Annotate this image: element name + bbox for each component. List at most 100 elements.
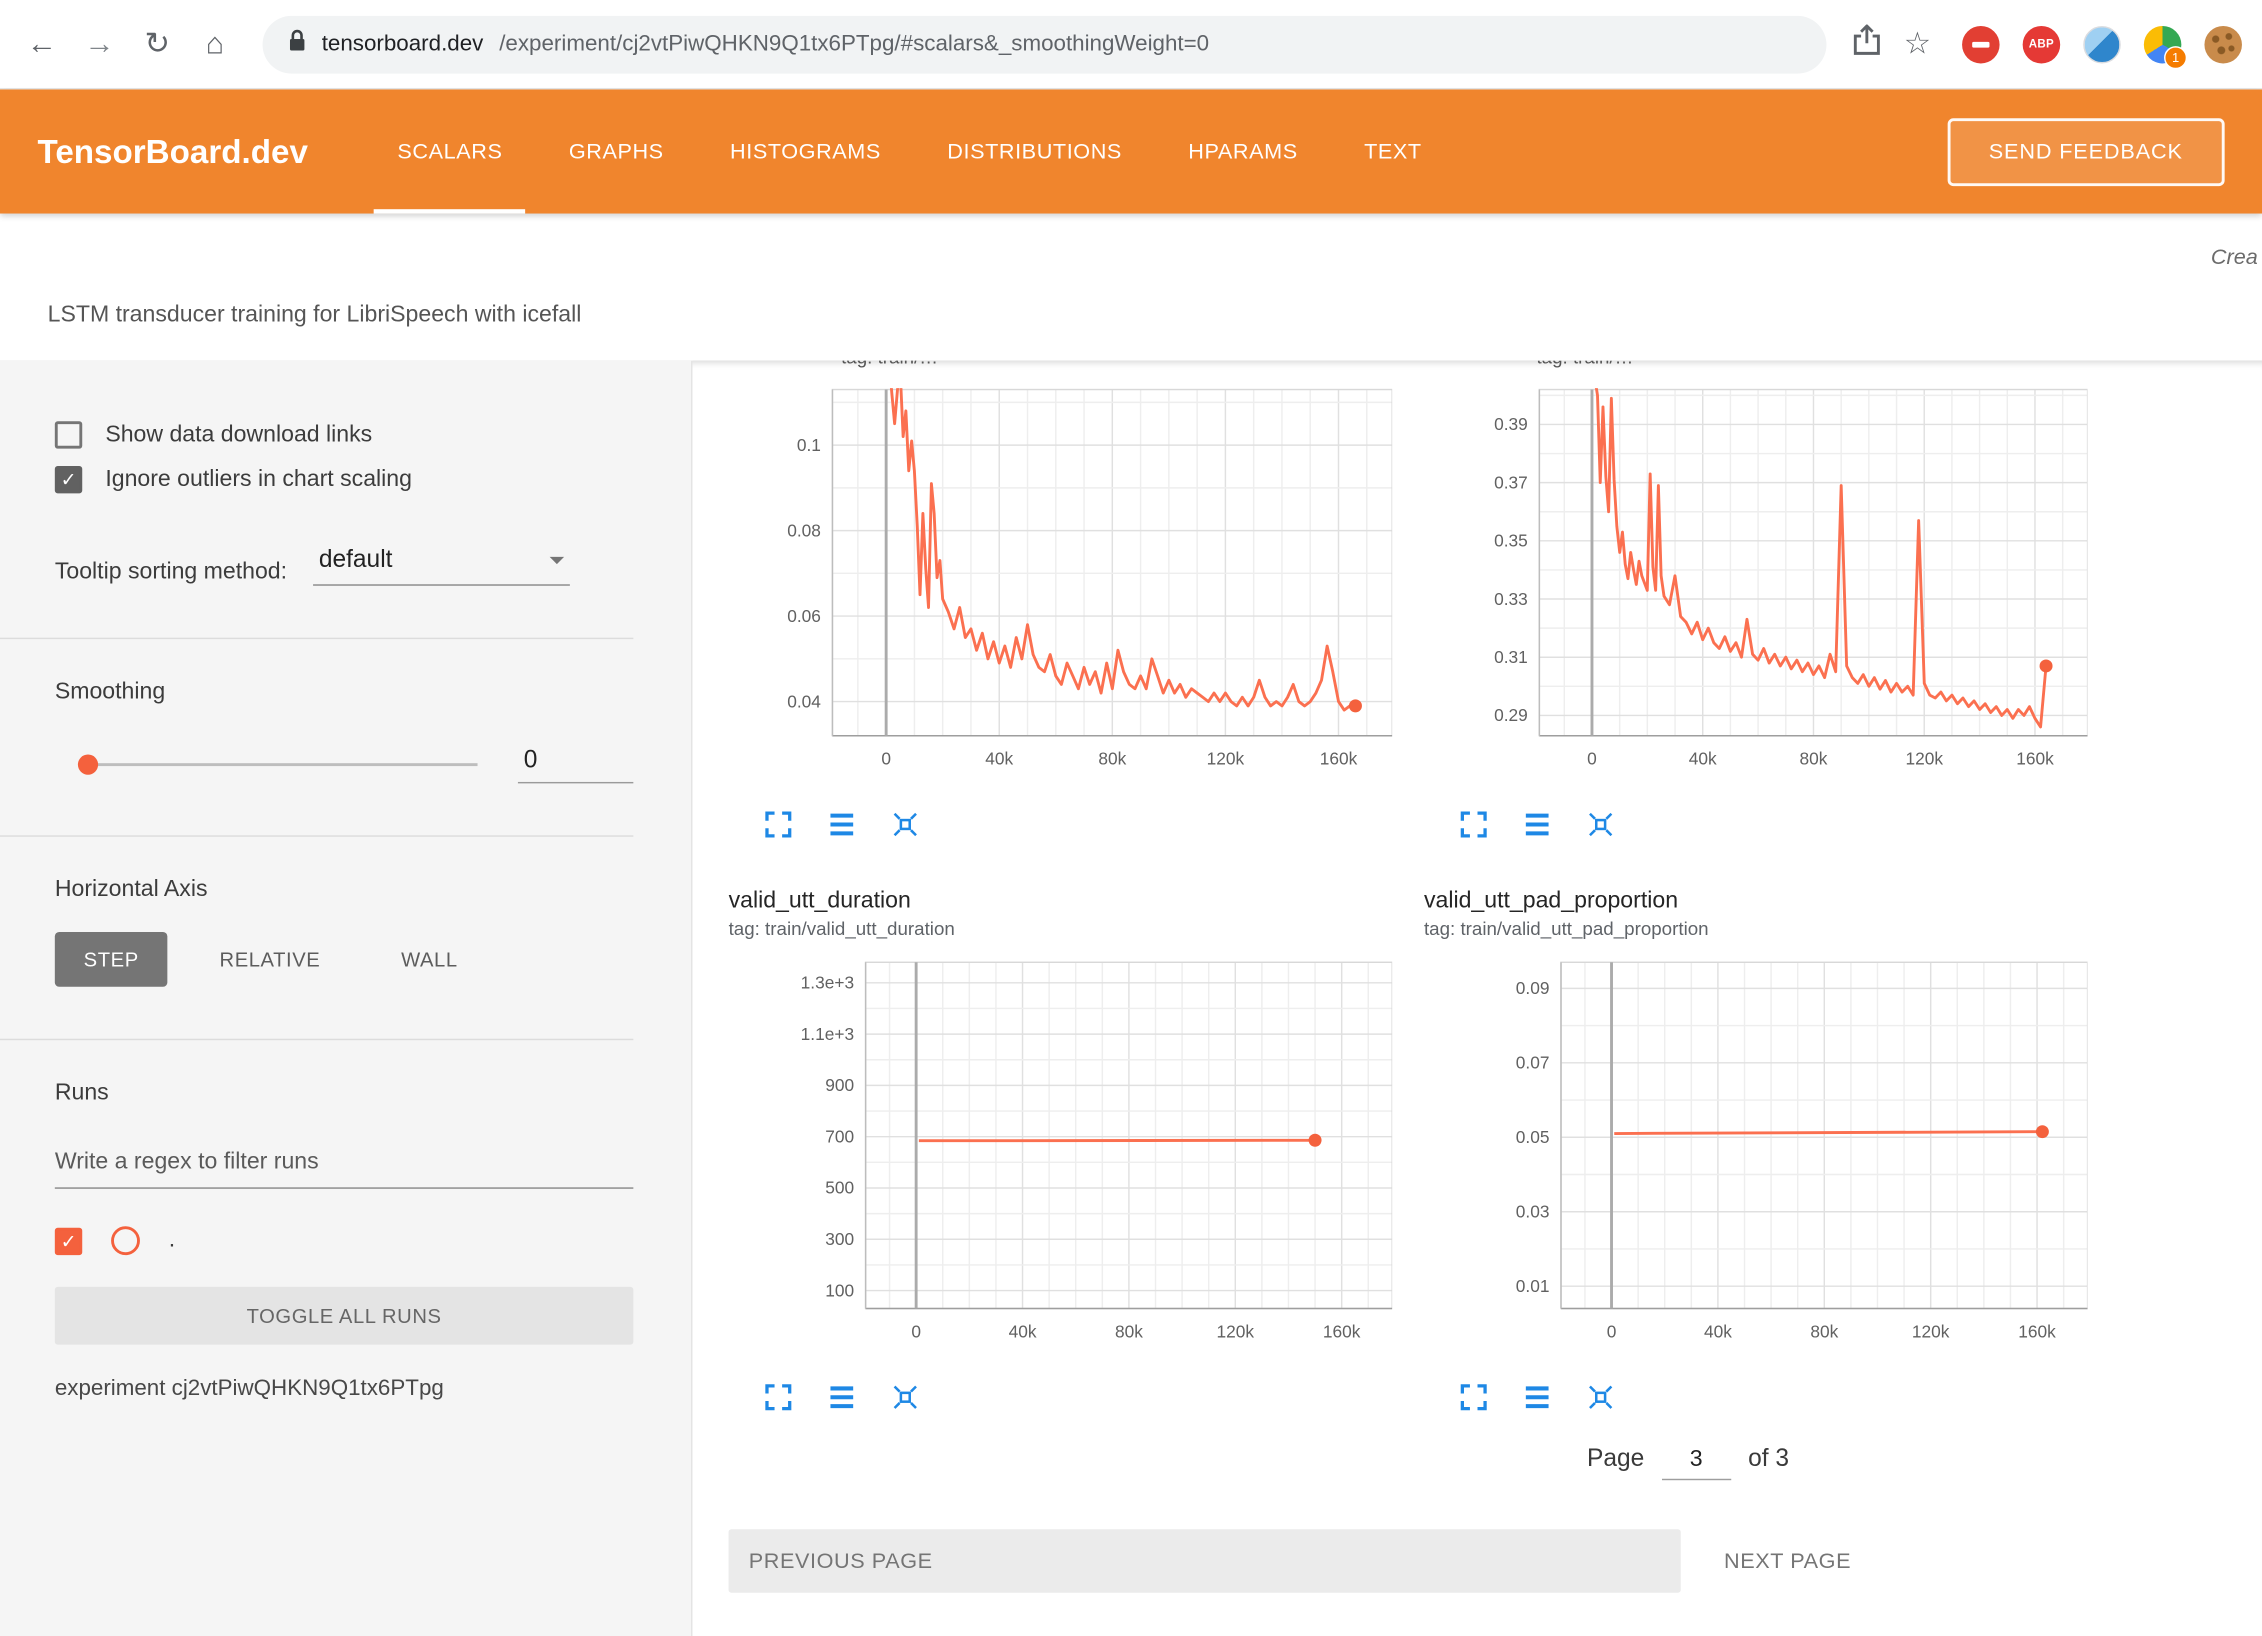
smoothing-value-input[interactable] xyxy=(518,746,633,784)
axis-wall-button[interactable]: WALL xyxy=(372,932,486,987)
y-tick-label: 0.04 xyxy=(787,691,821,711)
toggle-data-icon[interactable] xyxy=(1522,1382,1552,1412)
y-tick-label: 0.08 xyxy=(787,520,821,540)
fit-domain-icon[interactable] xyxy=(1586,1382,1616,1412)
forward-icon[interactable]: → xyxy=(78,27,121,62)
toggle-data-icon[interactable] xyxy=(827,809,857,839)
fit-domain-icon[interactable] xyxy=(890,1382,920,1412)
expand-chart-icon[interactable] xyxy=(1459,809,1489,839)
y-tick-label: 0.01 xyxy=(1516,1276,1550,1296)
line-chart[interactable]: 040k80k120k160k0.040.060.080.1 xyxy=(729,372,1393,790)
line-chart[interactable]: 040k80k120k160k0.290.310.330.350.370.39 xyxy=(1424,372,2088,790)
axis-relative-button[interactable]: RELATIVE xyxy=(191,932,349,987)
chart-tag: tag: train/valid_utt_pad_proportion xyxy=(1424,918,2088,940)
chart-card: tag: train/…040k80k120k160k0.040.060.080… xyxy=(729,361,1393,840)
back-icon[interactable]: ← xyxy=(20,27,63,62)
address-bar[interactable]: tensorboard.dev/experiment/cj2vtPiwQHKN9… xyxy=(263,15,1827,73)
toggle-data-icon[interactable] xyxy=(827,1382,857,1412)
chart-toolbar xyxy=(1459,809,2088,839)
chart-card: valid_utt_pad_proportiontag: train/valid… xyxy=(1424,871,2088,1412)
series-endpoint-dot xyxy=(1309,1134,1322,1147)
abp-extension-icon[interactable]: ABP xyxy=(2023,25,2061,63)
settings-sidebar: Show data download links Ignore outliers… xyxy=(0,361,692,1636)
blue-extension-icon[interactable] xyxy=(2083,25,2121,63)
page-number-input[interactable] xyxy=(1662,1446,1731,1481)
x-tick-label: 40k xyxy=(1009,1321,1037,1341)
chart-toolbar xyxy=(1459,1382,2088,1412)
line-chart[interactable]: 040k80k120k160k0.010.030.050.070.09 xyxy=(1424,945,2088,1363)
cookie-extension-icon[interactable] xyxy=(2204,25,2242,63)
y-tick-label: 0.35 xyxy=(1494,531,1528,551)
chart-card: tag: train/…040k80k120k160k0.290.310.330… xyxy=(1424,361,2088,840)
tooltip-sorting-label: Tooltip sorting method: xyxy=(55,560,287,586)
tab-graphs[interactable]: GRAPHS xyxy=(569,89,664,213)
x-tick-label: 0 xyxy=(1587,749,1597,769)
brand[interactable]: TensorBoard.dev xyxy=(38,132,308,171)
tab-scalars[interactable]: SCALARS xyxy=(397,89,502,213)
tab-histograms[interactable]: HISTOGRAMS xyxy=(730,89,881,213)
show-download-links-checkbox[interactable] xyxy=(55,421,82,448)
x-tick-label: 40k xyxy=(985,749,1013,769)
y-tick-label: 0.05 xyxy=(1516,1127,1550,1147)
url-host: tensorboard.dev xyxy=(322,31,484,57)
chart-toolbar xyxy=(763,1382,1392,1412)
show-download-links-label: Show data download links xyxy=(105,422,372,448)
divider xyxy=(0,1039,633,1040)
pagination: Page of 3 xyxy=(1587,1444,2262,1480)
tab-text[interactable]: TEXT xyxy=(1364,89,1422,213)
runs-regex-input[interactable] xyxy=(55,1144,634,1189)
blocker-extension-icon[interactable] xyxy=(1962,25,2000,63)
y-tick-label: 0.07 xyxy=(1516,1053,1550,1073)
profile-extension-icon[interactable]: 1 xyxy=(2144,25,2182,63)
expand-chart-icon[interactable] xyxy=(763,809,793,839)
axis-step-button[interactable]: STEP xyxy=(55,932,168,987)
y-tick-label: 0.37 xyxy=(1494,472,1528,492)
x-tick-label: 120k xyxy=(1217,1321,1255,1341)
x-tick-label: 40k xyxy=(1704,1321,1732,1341)
expand-chart-icon[interactable] xyxy=(763,1382,793,1412)
url-path: /experiment/cj2vtPiwQHKN9Q1tx6PTpg/#scal… xyxy=(499,31,1209,57)
runs-label: Runs xyxy=(55,1081,634,1107)
show-download-links-row: Show data download links xyxy=(55,421,634,448)
page-total-label: of 3 xyxy=(1748,1444,1789,1473)
smoothing-slider[interactable] xyxy=(81,763,478,766)
line-chart[interactable]: 040k80k120k160k1003005007009001.1e+31.3e… xyxy=(729,945,1393,1363)
run-checkbox[interactable] xyxy=(55,1227,82,1254)
tab-distributions[interactable]: DISTRIBUTIONS xyxy=(947,89,1122,213)
fit-domain-icon[interactable] xyxy=(1586,809,1616,839)
browser-chrome: ← → ↻ ⌂ tensorboard.dev/experiment/cj2vt… xyxy=(0,0,2262,89)
tab-hparams[interactable]: HPARAMS xyxy=(1188,89,1297,213)
previous-page-button[interactable]: PREVIOUS PAGE xyxy=(729,1529,1681,1592)
share-icon[interactable] xyxy=(1852,25,1881,64)
sub-header: Crea LSTM transducer training for LibriS… xyxy=(0,214,2262,361)
smoothing-slider-thumb[interactable] xyxy=(78,755,98,775)
ignore-outliers-row: Ignore outliers in chart scaling xyxy=(55,466,634,493)
tooltip-sorting-dropdown[interactable]: default xyxy=(313,545,570,585)
home-icon[interactable]: ⌂ xyxy=(193,27,236,62)
y-tick-label: 100 xyxy=(825,1280,854,1300)
experiment-caption: experiment cj2vtPiwQHKN9Q1tx6PTpg xyxy=(55,1376,634,1402)
x-tick-label: 40k xyxy=(1689,749,1717,769)
charts-main: tag: train/…040k80k120k160k0.040.060.080… xyxy=(692,361,2262,1636)
run-color-swatch xyxy=(111,1226,140,1255)
ignore-outliers-checkbox[interactable] xyxy=(55,466,82,493)
main-nav: SCALARS GRAPHS HISTOGRAMS DISTRIBUTIONS … xyxy=(397,89,1421,213)
x-tick-label: 160k xyxy=(1320,749,1358,769)
next-page-button[interactable]: NEXT PAGE xyxy=(1715,1547,1859,1574)
x-tick-label: 120k xyxy=(1912,1321,1950,1341)
expand-chart-icon[interactable] xyxy=(1459,1382,1489,1412)
y-tick-label: 0.33 xyxy=(1494,589,1528,609)
bookmark-star-icon[interactable]: ☆ xyxy=(1896,26,1939,62)
y-tick-label: 0.1 xyxy=(797,435,821,455)
y-tick-label: 900 xyxy=(825,1075,854,1095)
toggle-all-runs-button[interactable]: TOGGLE ALL RUNS xyxy=(55,1287,634,1345)
series-endpoint-dot xyxy=(2036,1125,2049,1138)
x-tick-label: 0 xyxy=(911,1321,921,1341)
reload-icon[interactable]: ↻ xyxy=(136,26,179,62)
toggle-data-icon[interactable] xyxy=(1522,809,1552,839)
x-tick-label: 80k xyxy=(1800,749,1828,769)
x-tick-label: 160k xyxy=(1323,1321,1361,1341)
fit-domain-icon[interactable] xyxy=(890,809,920,839)
send-feedback-button[interactable]: SEND FEEDBACK xyxy=(1947,118,2225,186)
y-tick-label: 0.06 xyxy=(787,606,821,626)
